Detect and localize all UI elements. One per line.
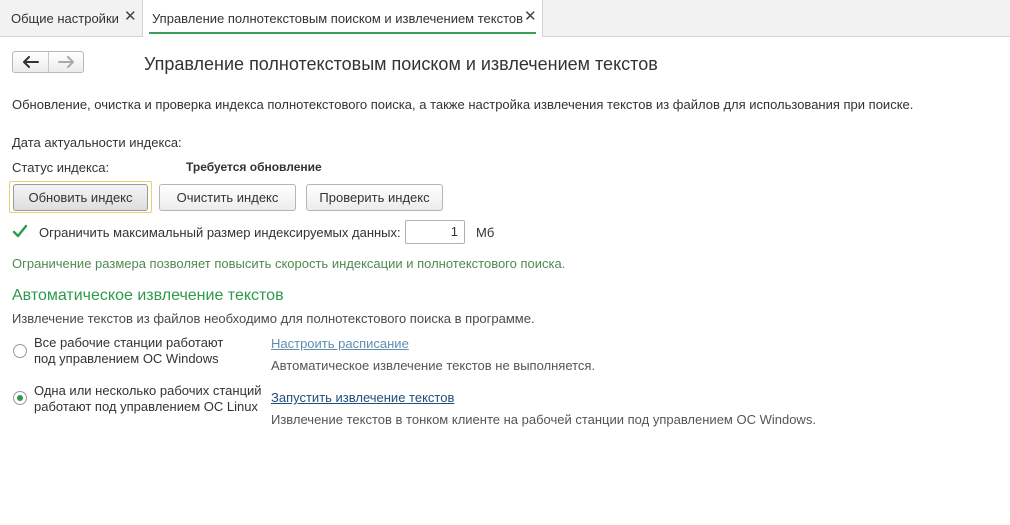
index-status-value: Требуется обновление: [186, 160, 322, 174]
index-date-label: Дата актуальности индекса:: [12, 135, 182, 150]
max-size-input[interactable]: 1: [405, 220, 465, 244]
check-index-button[interactable]: Проверить индекс: [306, 184, 443, 211]
index-status-label: Статус индекса:: [12, 160, 110, 175]
radio-linux-present[interactable]: [13, 391, 27, 405]
tab-general-settings[interactable]: Общие настройки ✕: [0, 0, 143, 37]
radio-windows-only[interactable]: [13, 344, 27, 358]
radio-label-line: работают под управлением ОС Linux: [34, 399, 258, 414]
radio-selected-dot: [17, 395, 23, 401]
size-unit-label: Мб: [476, 225, 495, 240]
tab-bar: Общие настройки ✕ Управление полнотексто…: [0, 0, 1010, 37]
update-index-button[interactable]: Обновить индекс: [13, 184, 148, 211]
start-extraction-link[interactable]: Запустить извлечение текстов: [271, 390, 454, 405]
radio-label-linux: Одна или несколько рабочих станций работ…: [34, 383, 262, 415]
clear-index-button[interactable]: Очистить индекс: [159, 184, 296, 211]
arrow-right-icon: [58, 56, 74, 68]
close-icon[interactable]: ✕: [124, 9, 137, 25]
tab-fulltext-search[interactable]: Управление полнотекстовым поиском и извл…: [143, 0, 543, 37]
close-icon[interactable]: ✕: [524, 9, 537, 25]
checkmark-icon: [12, 224, 28, 238]
page-description: Обновление, очистка и проверка индекса п…: [12, 97, 914, 112]
page-title: Управление полнотекстовым поиском и извл…: [144, 54, 658, 74]
configure-schedule-link[interactable]: Настроить расписание: [271, 336, 409, 351]
active-tab-indicator: [149, 32, 536, 34]
limit-note: Ограничение размера позволяет повысить с…: [12, 256, 566, 271]
limit-size-checkbox[interactable]: [12, 224, 28, 240]
radio-label-windows: Все рабочие станции работают под управле…: [34, 335, 223, 367]
option-hint: Извлечение текстов в тонком клиенте на р…: [271, 412, 816, 427]
limit-size-label: Ограничить максимальный размер индексиру…: [39, 225, 401, 240]
section-title-extraction: Автоматическое извлечение текстов: [12, 287, 284, 304]
radio-label-line: Одна или несколько рабочих станций: [34, 383, 262, 398]
arrow-left-icon: [23, 56, 39, 68]
radio-label-line: под управлением ОС Windows: [34, 351, 219, 366]
forward-button[interactable]: [48, 52, 83, 72]
tab-label: Управление полнотекстовым поиском и извл…: [152, 11, 524, 26]
back-button[interactable]: [13, 52, 49, 72]
radio-label-line: Все рабочие станции работают: [34, 335, 224, 350]
section-description: Извлечение текстов из файлов необходимо …: [12, 311, 535, 326]
tab-label: Общие настройки: [11, 11, 119, 26]
option-hint: Автоматическое извлечение текстов не вып…: [271, 358, 596, 373]
history-nav: [12, 51, 84, 73]
